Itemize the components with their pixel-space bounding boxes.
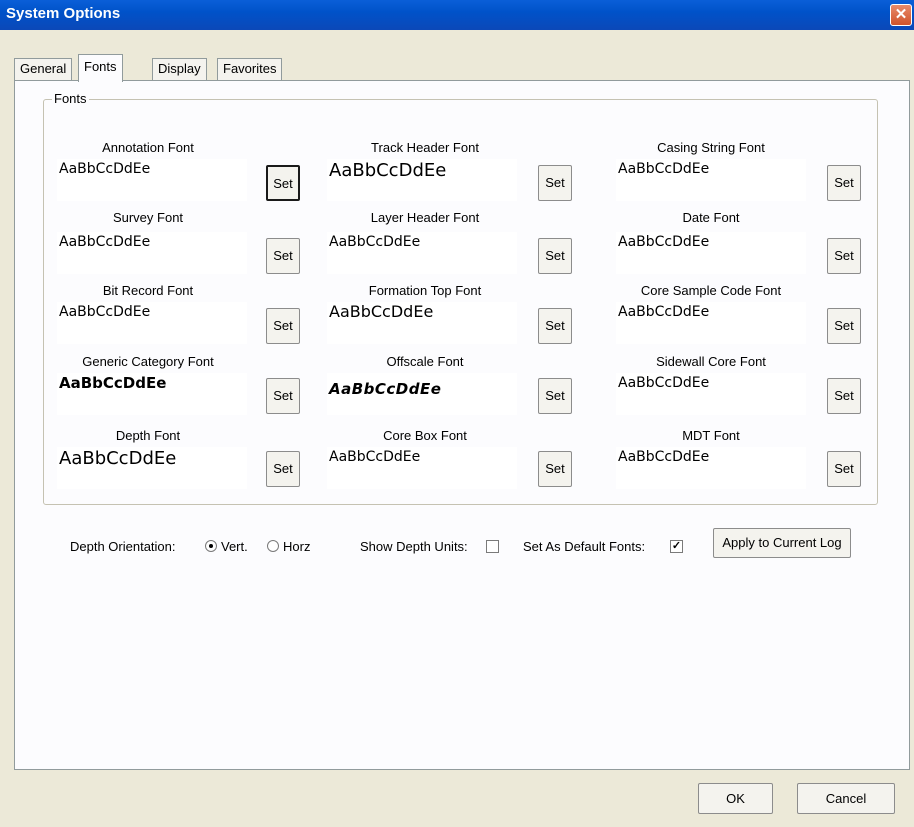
survey-font-sample: AaBbCcDdEe [57, 232, 247, 274]
vert-radio[interactable] [205, 540, 217, 552]
generic-category-font-sample: AaBbCcDdEe [57, 373, 247, 415]
horz-radio[interactable] [267, 540, 279, 552]
tab-favorites[interactable]: Favorites [217, 58, 283, 80]
tab-general[interactable]: General [14, 58, 73, 80]
offscale-font-sample: AaBbCcDdEe [327, 373, 517, 415]
set-default-fonts-checkbox[interactable]: ✓ [670, 540, 683, 553]
annotation-font-sample: AaBbCcDdEe [57, 159, 247, 201]
tab-display[interactable]: Display [152, 58, 207, 80]
tab-panel-fonts: Fonts Annotation Font AaBbCcDdEe Set Tra… [14, 80, 910, 770]
mdt-font-label: MDT Font [682, 428, 740, 443]
generic-category-font-label: Generic Category Font [82, 354, 214, 369]
ok-button[interactable]: OK [698, 783, 773, 814]
offscale-font-set-button[interactable]: Set [538, 378, 572, 414]
casing-string-font-label: Casing String Font [657, 140, 765, 155]
show-depth-units-checkbox[interactable] [486, 540, 499, 553]
survey-font-label: Survey Font [112, 210, 184, 225]
survey-font-set-button[interactable]: Set [266, 238, 300, 274]
track-header-font-sample: AaBbCcDdEe [327, 159, 517, 201]
date-font-sample: AaBbCcDdEe [616, 232, 806, 274]
radio-selected-dot [209, 544, 213, 548]
bit-record-font-set-button[interactable]: Set [266, 308, 300, 344]
fonts-group-label: Fonts [52, 91, 89, 106]
layer-header-font-label: Layer Header Font [370, 210, 480, 225]
layer-header-font-set-button[interactable]: Set [538, 238, 572, 274]
core-box-font-label: Core Box Font [383, 428, 467, 443]
mdt-font-set-button[interactable]: Set [827, 451, 861, 487]
sidewall-core-font-set-button[interactable]: Set [827, 378, 861, 414]
show-depth-units-label: Show Depth Units: [360, 539, 468, 554]
close-icon[interactable]: ✕ [890, 4, 912, 26]
cancel-button[interactable]: Cancel [797, 783, 895, 814]
depth-orientation-label: Depth Orientation: [70, 539, 176, 554]
sidewall-core-font-sample: AaBbCcDdEe [616, 373, 806, 415]
vert-radio-label[interactable]: Vert. [221, 539, 248, 554]
bit-record-font-label: Bit Record Font [102, 283, 194, 298]
date-font-label: Date Font [682, 210, 740, 225]
sidewall-core-font-label: Sidewall Core Font [656, 354, 766, 369]
depth-font-label: Depth Font [115, 428, 181, 443]
offscale-font-label: Offscale Font [386, 354, 464, 369]
horz-radio-label[interactable]: Horz [283, 539, 310, 554]
track-header-font-label: Track Header Font [371, 140, 479, 155]
depth-font-set-button[interactable]: Set [266, 451, 300, 487]
core-sample-code-font-sample: AaBbCcDdEe [616, 302, 806, 344]
casing-string-font-set-button[interactable]: Set [827, 165, 861, 201]
system-options-window: System Options ✕ General Fonts Display F… [0, 0, 914, 827]
tab-fonts[interactable]: Fonts [78, 54, 123, 82]
annotation-font-label: Annotation Font [102, 140, 194, 155]
bit-record-font-sample: AaBbCcDdEe [57, 302, 247, 344]
formation-top-font-label: Formation Top Font [368, 283, 482, 298]
track-header-font-set-button[interactable]: Set [538, 165, 572, 201]
annotation-font-set-button[interactable]: Set [266, 165, 300, 201]
mdt-font-sample: AaBbCcDdEe [616, 447, 806, 489]
window-title: System Options [6, 5, 121, 22]
casing-string-font-sample: AaBbCcDdEe [616, 159, 806, 201]
depth-font-sample: AaBbCcDdEe [57, 447, 247, 489]
core-sample-code-font-set-button[interactable]: Set [827, 308, 861, 344]
date-font-set-button[interactable]: Set [827, 238, 861, 274]
apply-to-current-log-button[interactable]: Apply to Current Log [713, 528, 851, 558]
core-sample-code-font-label: Core Sample Code Font [640, 283, 782, 298]
generic-category-font-set-button[interactable]: Set [266, 378, 300, 414]
title-bar[interactable]: System Options ✕ [0, 0, 914, 30]
formation-top-font-sample: AaBbCcDdEe [327, 302, 517, 344]
core-box-font-sample: AaBbCcDdEe [327, 447, 517, 489]
set-default-fonts-label: Set As Default Fonts: [523, 539, 646, 554]
core-box-font-set-button[interactable]: Set [538, 451, 572, 487]
formation-top-font-set-button[interactable]: Set [538, 308, 572, 344]
layer-header-font-sample: AaBbCcDdEe [327, 232, 517, 274]
